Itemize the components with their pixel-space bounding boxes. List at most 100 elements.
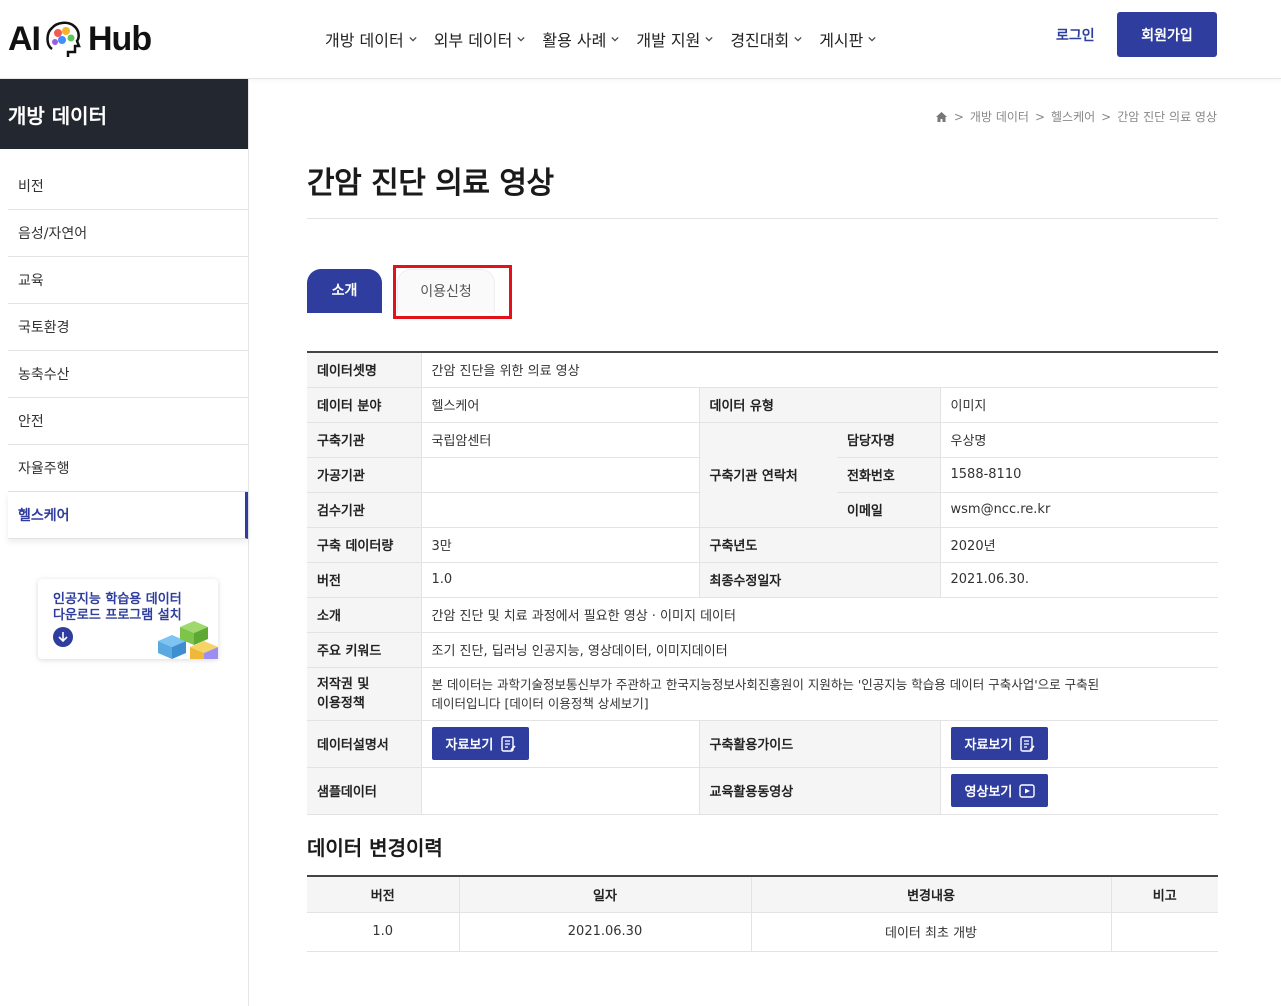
- nav-open-data[interactable]: 개방 데이터: [325, 27, 417, 51]
- table-row: 구축 데이터량 3만 구축년도 2020년: [307, 527, 1218, 563]
- policy-link[interactable]: 데이터입니다 [데이터 이용정책 상세보기]: [432, 694, 1209, 713]
- nav-label: 활용 사례: [542, 31, 607, 50]
- row-value: 1588-8110: [939, 457, 1218, 493]
- nav-label: 개발 지원: [636, 31, 701, 50]
- tab-apply[interactable]: 이용신청: [397, 269, 495, 313]
- header: AI Hub 개방 데이터 외부 데이터 활용 사례 개발 지원 경진대회 게시…: [0, 0, 1281, 79]
- row-label: 구축기관 연락처: [699, 422, 837, 528]
- row-label: 구축기관: [307, 422, 421, 458]
- row-label: 이메일: [837, 492, 940, 528]
- row-label: 구축년도: [699, 527, 940, 563]
- row-label: 담당자명: [837, 422, 940, 458]
- breadcrumb-item[interactable]: 개방 데이터: [970, 108, 1029, 125]
- sidebar-item-safety[interactable]: 안전: [8, 398, 248, 445]
- chevron-down-icon: [611, 36, 619, 42]
- table-row: 구축기관 국립암센터 구축기관 연락처 담당자명 우상명: [307, 422, 1218, 528]
- button-label: 영상보기: [964, 785, 1013, 800]
- row-label: 샘플데이터: [307, 767, 421, 815]
- row-value: [420, 492, 700, 528]
- guide-view-button[interactable]: 자료보기: [950, 727, 1049, 760]
- row-label: 주요 키워드: [307, 632, 421, 668]
- home-icon[interactable]: [935, 111, 948, 123]
- table-header-row: 버전 일자 변경내용 비고: [307, 876, 1218, 913]
- nav-label: 외부 데이터: [433, 31, 513, 50]
- nav-board[interactable]: 게시판: [819, 27, 876, 51]
- nav-label: 개방 데이터: [325, 31, 404, 50]
- signup-button[interactable]: 회원가입: [1117, 12, 1217, 57]
- row-label: 검수기관: [307, 492, 421, 528]
- table-cell: 데이터 최초 개방: [750, 912, 1111, 952]
- sidebar-item-vision[interactable]: 비전: [8, 163, 248, 210]
- row-value: 1.0: [420, 562, 700, 598]
- row-value: 조기 진단, 딥러닝 인공지능, 영상데이터, 이미지데이터: [420, 632, 1218, 668]
- chevron-down-icon: [517, 36, 525, 42]
- sidebar-item-autonomous[interactable]: 자율주행: [8, 445, 248, 492]
- breadcrumb-current: 간암 진단 의료 영상: [1117, 110, 1217, 124]
- policy-text: 본 데이터는 과학기술정보통신부가 주관하고 한국지능정보사회진흥원이 지원하는…: [431, 676, 1100, 692]
- breadcrumb: > 개방 데이터 > 헬스케어 > 간암 진단 의료 영상: [935, 108, 1217, 125]
- spec-view-button[interactable]: 자료보기: [431, 727, 530, 760]
- sidebar-item-land-env[interactable]: 국토환경: [8, 304, 248, 351]
- breadcrumb-separator: >: [953, 109, 964, 124]
- table-row: 주요 키워드 조기 진단, 딥러닝 인공지능, 영상데이터, 이미지데이터: [307, 632, 1218, 668]
- cubes-illustration: [158, 621, 218, 659]
- breadcrumb-separator: >: [1034, 109, 1045, 124]
- document-edit-icon: [1020, 735, 1035, 752]
- chevron-down-icon: [705, 36, 713, 42]
- nav-use-cases[interactable]: 활용 사례: [542, 27, 619, 51]
- logo-text-ai: AI: [8, 19, 41, 58]
- row-label: 데이터설명서: [307, 720, 421, 768]
- row-label: 저작권 및 이용정책: [307, 667, 421, 721]
- row-label-line: 저작권 및: [317, 676, 370, 692]
- table-row: 샘플데이터 교육활용동영상 영상보기: [307, 767, 1218, 815]
- row-label: 데이터 분야: [307, 387, 421, 423]
- download-program-banner[interactable]: 인공지능 학습용 데이터 다운로드 프로그램 설치: [38, 579, 218, 659]
- nav-dev-support[interactable]: 개발 지원: [636, 27, 713, 51]
- sidebar: 개방 데이터 비전 음성/자연어 교육 국토환경 농축수산 안전 자율주행 헬스…: [0, 79, 249, 1006]
- sidebar-item-speech-nlp[interactable]: 음성/자연어: [8, 210, 248, 257]
- history-title: 데이터 변경이력: [307, 836, 443, 860]
- sidebar-item-education[interactable]: 교육: [8, 257, 248, 304]
- download-icon: [53, 627, 73, 647]
- column-header: 비고: [1110, 876, 1218, 913]
- row-value: 국립암센터: [420, 422, 700, 458]
- row-value: 간암 진단 및 치료 과정에서 필요한 영상 · 이미지 데이터: [420, 597, 1218, 633]
- sidebar-title: 개방 데이터: [0, 79, 248, 149]
- row-value: 본 데이터는 과학기술정보통신부가 주관하고 한국지능정보사회진흥원이 지원하는…: [420, 667, 1218, 721]
- table-cell: [1110, 912, 1218, 952]
- tab-intro[interactable]: 소개: [307, 269, 382, 313]
- row-label: 소개: [307, 597, 421, 633]
- main-nav: 개방 데이터 외부 데이터 활용 사례 개발 지원 경진대회 게시판: [325, 27, 893, 51]
- row-label: 데이터 유형: [699, 387, 940, 423]
- brain-logo-icon: [44, 19, 84, 59]
- row-value: 자료보기: [420, 720, 700, 768]
- document-edit-icon: [501, 735, 516, 752]
- row-value: wsm@ncc.re.kr: [939, 492, 1218, 528]
- row-value: [420, 767, 700, 815]
- history-table: 버전 일자 변경내용 비고 1.0 2021.06.30 데이터 최초 개방: [307, 875, 1218, 952]
- chevron-down-icon: [794, 36, 802, 42]
- row-value: [420, 457, 700, 493]
- table-row: 데이터 분야 헬스케어 데이터 유형 이미지: [307, 387, 1218, 423]
- table-row: 저작권 및 이용정책 본 데이터는 과학기술정보통신부가 주관하고 한국지능정보…: [307, 667, 1218, 721]
- row-value: 이미지: [939, 387, 1218, 423]
- column-header: 일자: [458, 876, 751, 913]
- title-divider: [307, 218, 1218, 219]
- nav-external-data[interactable]: 외부 데이터: [434, 27, 526, 51]
- button-label: 자료보기: [445, 738, 494, 753]
- nav-contest[interactable]: 경진대회: [730, 27, 802, 51]
- row-value: 간암 진단을 위한 의료 영상: [420, 352, 1218, 388]
- table-row: 데이터설명서 자료보기 구축활용가이드 자료보기: [307, 720, 1218, 768]
- chevron-down-icon: [868, 36, 876, 42]
- dataset-info-table: 데이터셋명 간암 진단을 위한 의료 영상 데이터 분야 헬스케어 데이터 유형…: [307, 351, 1218, 815]
- login-link[interactable]: 로그인: [1056, 25, 1095, 45]
- breadcrumb-item[interactable]: 헬스케어: [1051, 108, 1095, 125]
- table-row: 버전 1.0 최종수정일자 2021.06.30.: [307, 562, 1218, 598]
- logo[interactable]: AI Hub: [8, 14, 152, 64]
- sidebar-item-agri-fishery[interactable]: 농축수산: [8, 351, 248, 398]
- nav-label: 게시판: [819, 31, 864, 50]
- video-view-button[interactable]: 영상보기: [950, 774, 1049, 807]
- table-row: 데이터셋명 간암 진단을 위한 의료 영상: [307, 352, 1218, 388]
- row-label: 데이터셋명: [307, 352, 421, 388]
- sidebar-item-healthcare[interactable]: 헬스케어: [8, 492, 248, 539]
